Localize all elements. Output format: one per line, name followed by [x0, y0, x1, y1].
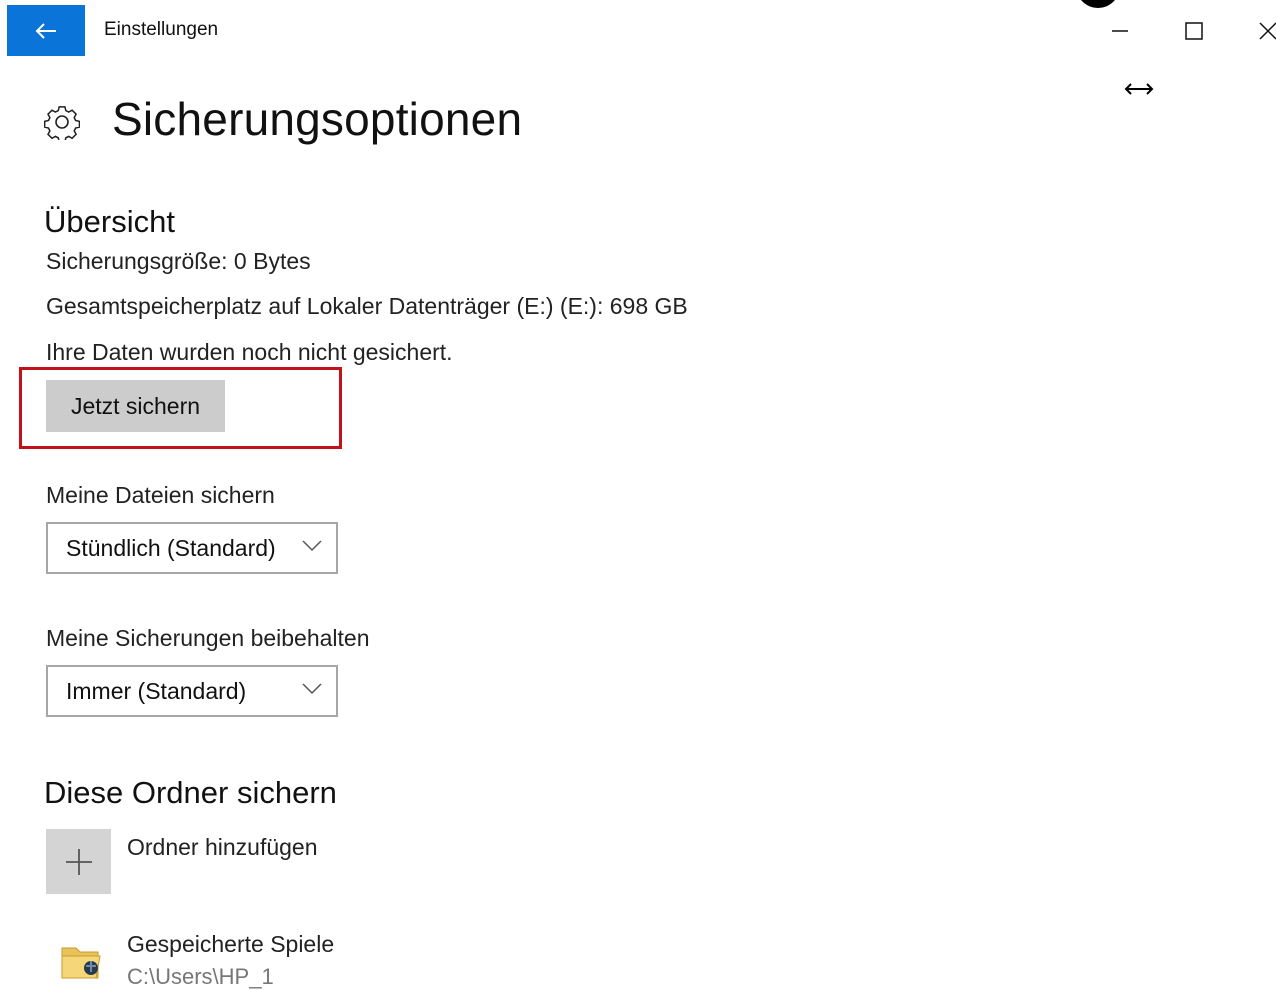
backup-now-button[interactable]: Jetzt sichern — [46, 380, 225, 432]
backup-frequency-value: Stündlich (Standard) — [66, 535, 276, 561]
backup-frequency-label: Meine Dateien sichern — [46, 482, 275, 508]
backup-status-text: Ihre Daten wurden noch nicht gesichert. — [46, 339, 453, 365]
app-title: Einstellungen — [104, 19, 219, 40]
retention-value: Immer (Standard) — [66, 678, 247, 704]
maximize-button[interactable] — [1177, 14, 1211, 48]
chevron-down-icon — [302, 683, 322, 695]
page-title: Sicherungsoptionen — [112, 93, 523, 145]
folder-item-name[interactable]: Gespeicherte Spiele — [127, 931, 334, 958]
back-arrow-icon — [35, 22, 56, 39]
retention-dropdown[interactable]: Immer (Standard) — [46, 665, 338, 717]
minimize-icon — [1112, 30, 1128, 32]
retention-label: Meine Sicherungen beibehalten — [46, 625, 370, 651]
close-button[interactable] — [1251, 14, 1276, 48]
maximize-icon — [1185, 22, 1203, 40]
total-space-text: Gesamtspeicherplatz auf Lokaler Datenträ… — [46, 293, 688, 319]
folders-heading: Diese Ordner sichern — [44, 775, 337, 810]
mouse-cursor-shape — [1076, 0, 1120, 8]
resize-cursor-icon — [1124, 82, 1154, 101]
chevron-down-icon — [302, 540, 322, 552]
overview-heading: Übersicht — [44, 204, 175, 239]
folder-item-path: C:\Users\HP_1 — [127, 964, 274, 989]
gear-icon — [43, 104, 81, 143]
add-folder-label[interactable]: Ordner hinzufügen — [127, 834, 318, 861]
backup-frequency-dropdown[interactable]: Stündlich (Standard) — [46, 522, 338, 574]
add-folder-button[interactable] — [46, 829, 111, 894]
plus-icon — [65, 848, 92, 875]
folder-icon — [58, 938, 104, 984]
minimize-button[interactable] — [1103, 14, 1137, 48]
close-icon — [1259, 22, 1276, 40]
backup-size-text: Sicherungsgröße: 0 Bytes — [46, 248, 311, 274]
back-button[interactable] — [7, 5, 85, 56]
